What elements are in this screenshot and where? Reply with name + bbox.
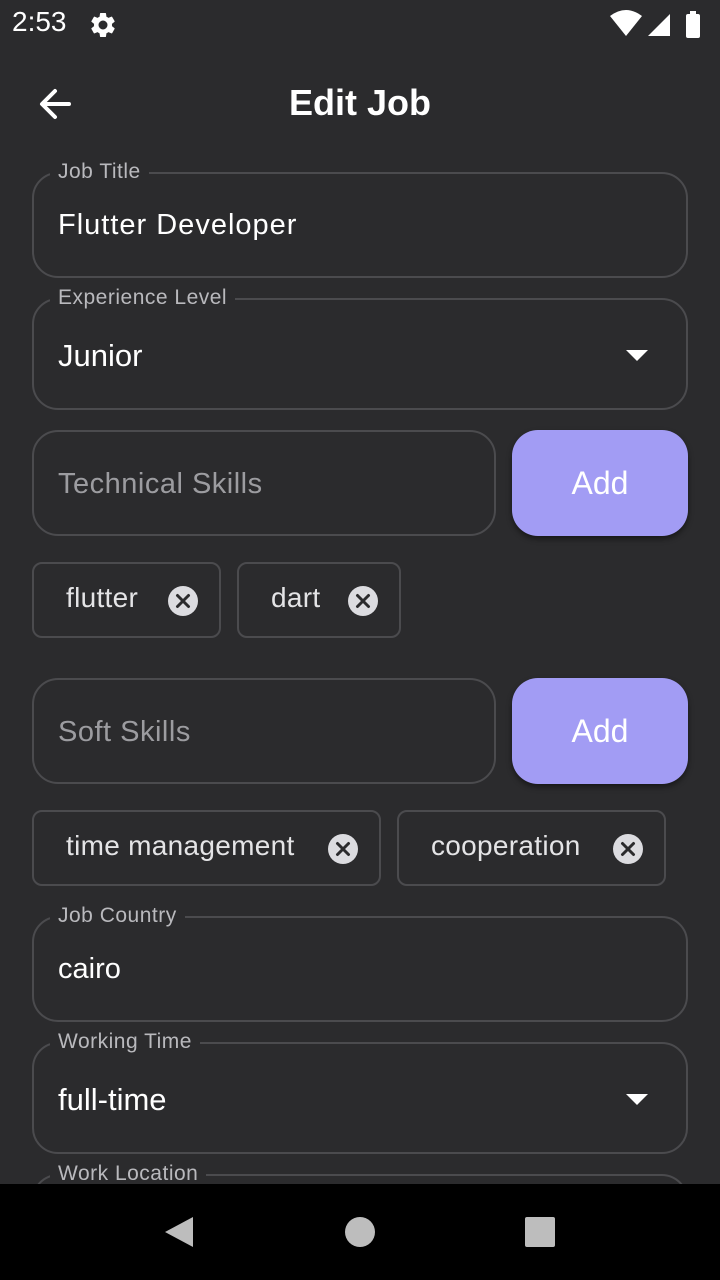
close-circle-icon[interactable] — [347, 585, 379, 617]
experience-level-dropdown[interactable]: Experience Level Junior — [32, 286, 688, 410]
chip-label: cooperation — [431, 830, 581, 861]
soft-skills-input[interactable]: Soft Skills — [32, 678, 496, 784]
technical-skills-input[interactable]: Technical Skills — [32, 430, 496, 536]
signal-icon — [648, 14, 670, 36]
job-title-value: Flutter Developer — [58, 209, 298, 241]
working-time-value: full-time — [58, 1082, 167, 1117]
skill-chip: dart — [237, 562, 401, 638]
soft-skills-placeholder: Soft Skills — [58, 716, 191, 748]
status-icons — [610, 10, 700, 38]
add-soft-skill-button[interactable]: Add — [512, 678, 688, 784]
chip-label: time management — [66, 830, 295, 861]
experience-level-label: Experience Level — [50, 286, 236, 310]
status-bar: 2:53 — [0, 0, 720, 50]
status-time: 2:53 — [12, 6, 67, 37]
gear-icon — [91, 12, 115, 38]
job-country-label: Job Country — [50, 904, 185, 928]
close-circle-icon[interactable] — [327, 833, 359, 865]
job-title-field[interactable]: Job Title Flutter Developer — [32, 160, 688, 278]
job-title-label: Job Title — [50, 160, 149, 184]
close-circle-icon[interactable] — [612, 833, 644, 865]
job-country-field[interactable]: Job Country cairo — [32, 904, 688, 1022]
app-bar: Edit Job — [0, 60, 720, 148]
wifi-icon — [610, 10, 642, 36]
chip-label: dart — [271, 582, 321, 613]
nav-home-icon[interactable] — [344, 1216, 376, 1248]
dropdown-arrow-icon — [626, 1094, 648, 1105]
chip-label: flutter — [66, 582, 139, 613]
work-location-label: Work Location — [50, 1162, 207, 1186]
dropdown-arrow-icon — [626, 350, 648, 361]
nav-recents-icon[interactable] — [524, 1216, 556, 1248]
battery-icon — [686, 11, 700, 38]
close-circle-icon[interactable] — [167, 585, 199, 617]
skill-chip: flutter — [32, 562, 221, 638]
skill-chip: cooperation — [397, 810, 666, 886]
system-nav-bar — [0, 1184, 720, 1280]
technical-skills-placeholder: Technical Skills — [58, 468, 263, 500]
nav-back-icon[interactable] — [162, 1215, 196, 1249]
job-country-value: cairo — [58, 953, 121, 985]
experience-level-value: Junior — [58, 338, 143, 373]
working-time-dropdown[interactable]: Working Time full-time — [32, 1030, 688, 1154]
skill-chip: time management — [32, 810, 381, 886]
add-technical-skill-button[interactable]: Add — [512, 430, 688, 536]
working-time-label: Working Time — [50, 1030, 200, 1054]
page-title: Edit Job — [289, 82, 431, 123]
